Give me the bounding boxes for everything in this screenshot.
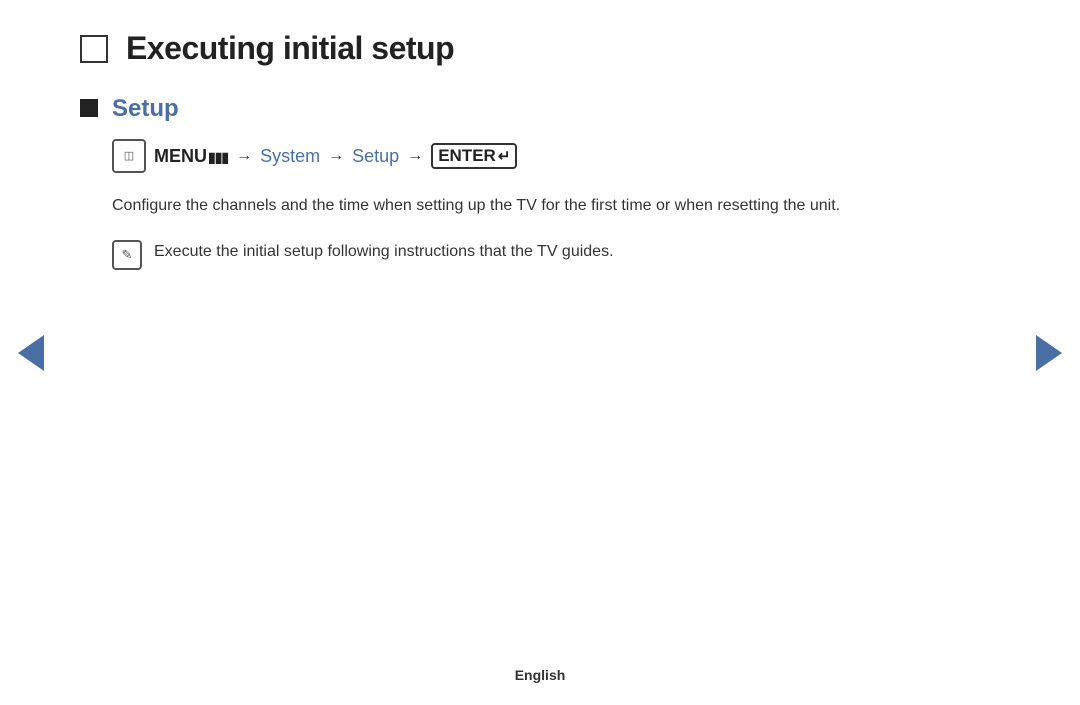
arrow3: → xyxy=(407,147,423,165)
right-arrow-icon xyxy=(1036,335,1062,371)
note-row: ✎ Execute the initial setup following in… xyxy=(112,239,1000,270)
arrow2: → xyxy=(328,147,344,165)
nav-right-button[interactable] xyxy=(1036,335,1062,371)
left-arrow-icon xyxy=(18,335,44,371)
main-content: Executing initial setup Setup ◫ MENU▮▮▮ … xyxy=(0,0,1080,310)
section-title: Setup xyxy=(112,95,179,123)
note-icon: ✎ xyxy=(112,240,142,270)
menu-path-row: ◫ MENU▮▮▮ → System → Setup → ENTER↵ xyxy=(112,139,1000,173)
page-title: Executing initial setup xyxy=(126,30,454,67)
enter-box: ENTER↵ xyxy=(431,143,517,169)
note-text: Execute the initial setup following inst… xyxy=(154,239,614,265)
enter-label: ENTER xyxy=(438,146,496,166)
section-square-icon xyxy=(80,99,98,117)
enter-icon: ↵ xyxy=(498,147,511,165)
menu-label: MENU▮▮▮ xyxy=(154,146,228,167)
arrow1: → xyxy=(236,147,252,165)
section-row: Setup xyxy=(80,95,1000,123)
checkbox-icon xyxy=(80,35,108,63)
description-text: Configure the channels and the time when… xyxy=(112,193,972,219)
system-link: System xyxy=(260,146,320,167)
page-title-row: Executing initial setup xyxy=(80,30,1000,67)
note-icon-symbol: ✎ xyxy=(122,247,133,263)
setup-link: Setup xyxy=(352,146,399,167)
footer-language: English xyxy=(515,667,566,683)
nav-left-button[interactable] xyxy=(18,335,44,371)
menu-icon: ◫ xyxy=(112,139,146,173)
